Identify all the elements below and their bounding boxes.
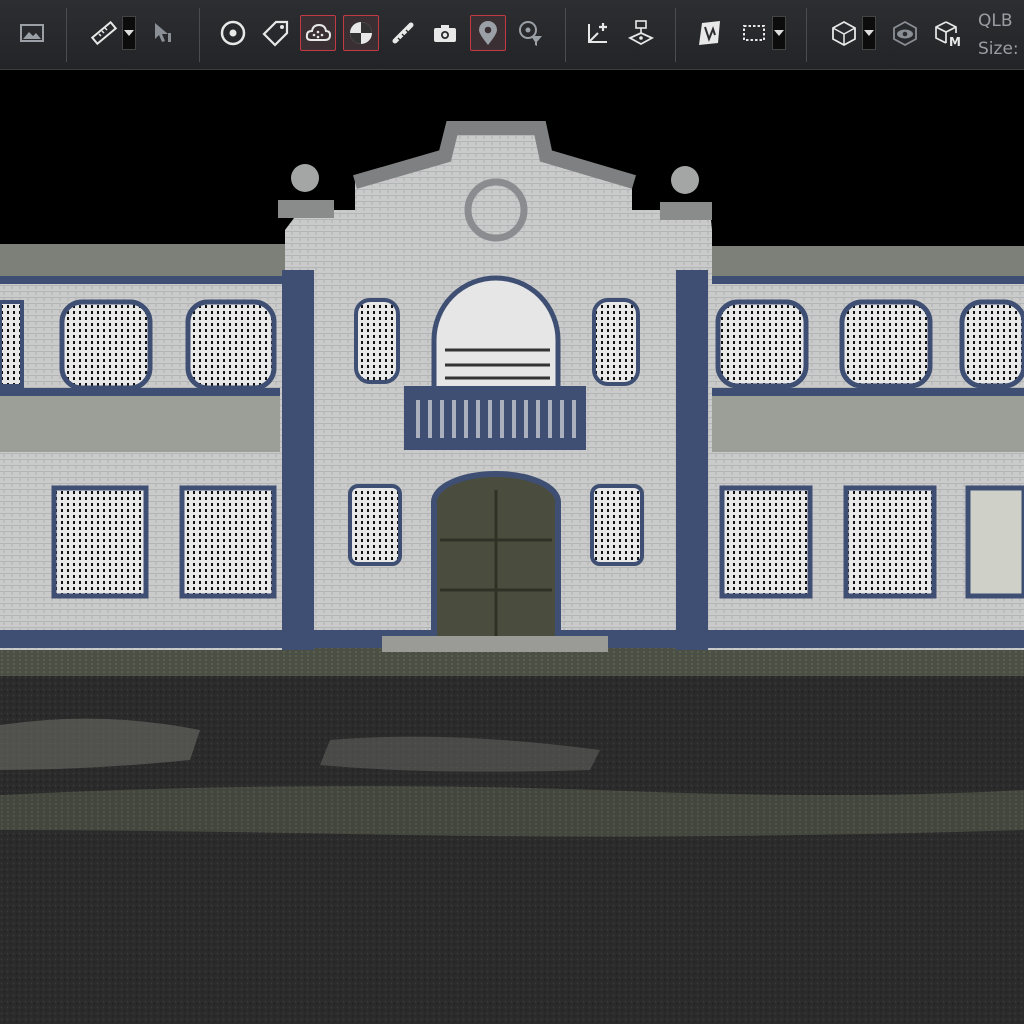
selection-box-icon[interactable] bbox=[736, 15, 772, 51]
cube-dropdown[interactable] bbox=[862, 16, 876, 50]
eye-cube-icon[interactable] bbox=[887, 15, 923, 51]
upper-window bbox=[959, 299, 1024, 389]
target-icon[interactable] bbox=[215, 15, 251, 51]
lower-window bbox=[51, 485, 149, 599]
lower-window bbox=[348, 484, 402, 566]
toolbar-separator bbox=[675, 8, 676, 62]
toolbar-separator bbox=[66, 8, 67, 62]
upper-window bbox=[592, 298, 640, 386]
upper-window bbox=[59, 299, 153, 391]
upper-window bbox=[0, 300, 24, 388]
size-label: Size: bbox=[978, 39, 1019, 59]
model-cube-icon[interactable]: M bbox=[930, 15, 966, 51]
right-balcony bbox=[712, 388, 1024, 452]
toolbar-separator bbox=[565, 8, 566, 62]
image-icon[interactable] bbox=[14, 15, 50, 51]
point-cloud-scene bbox=[0, 121, 1024, 1024]
left-cornice bbox=[0, 276, 300, 284]
pilaster-right bbox=[676, 270, 708, 650]
lower-window bbox=[590, 484, 644, 566]
finial-left bbox=[291, 164, 319, 192]
selection-dropdown[interactable] bbox=[772, 16, 786, 50]
finial-right bbox=[671, 166, 699, 194]
select-pointer-icon[interactable] bbox=[145, 15, 181, 51]
ruler-dropdown[interactable] bbox=[122, 16, 136, 50]
cube-icon[interactable] bbox=[826, 15, 862, 51]
lower-window bbox=[179, 485, 277, 599]
upper-window bbox=[839, 299, 933, 389]
add-point-icon[interactable] bbox=[580, 15, 616, 51]
lower-window bbox=[843, 485, 937, 599]
upper-window bbox=[715, 299, 809, 389]
floor-plane-icon[interactable] bbox=[623, 15, 659, 51]
upper-window bbox=[185, 299, 277, 391]
main-toolbar: M QLB Size: bbox=[0, 0, 1024, 70]
finial-right-base bbox=[660, 202, 712, 220]
measure-icon[interactable] bbox=[385, 15, 421, 51]
finial-left-base bbox=[278, 200, 334, 218]
right-balcony-rail bbox=[712, 388, 1024, 396]
toolbar-separator bbox=[806, 8, 807, 62]
ruler-icon[interactable] bbox=[86, 15, 122, 51]
pilaster-left bbox=[282, 270, 314, 650]
upper-window bbox=[354, 298, 400, 384]
map-pin-icon[interactable] bbox=[470, 15, 506, 51]
svg-text:M: M bbox=[949, 35, 961, 47]
qlb-label: QLB bbox=[978, 11, 1013, 31]
camera-icon[interactable] bbox=[427, 15, 463, 51]
right-cornice bbox=[700, 276, 1024, 284]
cloud-icon[interactable] bbox=[300, 15, 336, 51]
central-arch-opening bbox=[431, 275, 561, 393]
toolbar-separator bbox=[199, 8, 200, 62]
lower-window bbox=[965, 485, 1024, 599]
point-cloud-viewport[interactable] bbox=[0, 70, 1024, 1024]
lower-window bbox=[719, 485, 813, 599]
pin-filter-icon[interactable] bbox=[512, 15, 548, 51]
map-icon[interactable] bbox=[692, 15, 728, 51]
left-balcony bbox=[0, 388, 280, 452]
sphere-shading-icon[interactable] bbox=[343, 15, 379, 51]
tag-icon[interactable] bbox=[258, 15, 294, 51]
entrance-steps bbox=[382, 636, 608, 652]
